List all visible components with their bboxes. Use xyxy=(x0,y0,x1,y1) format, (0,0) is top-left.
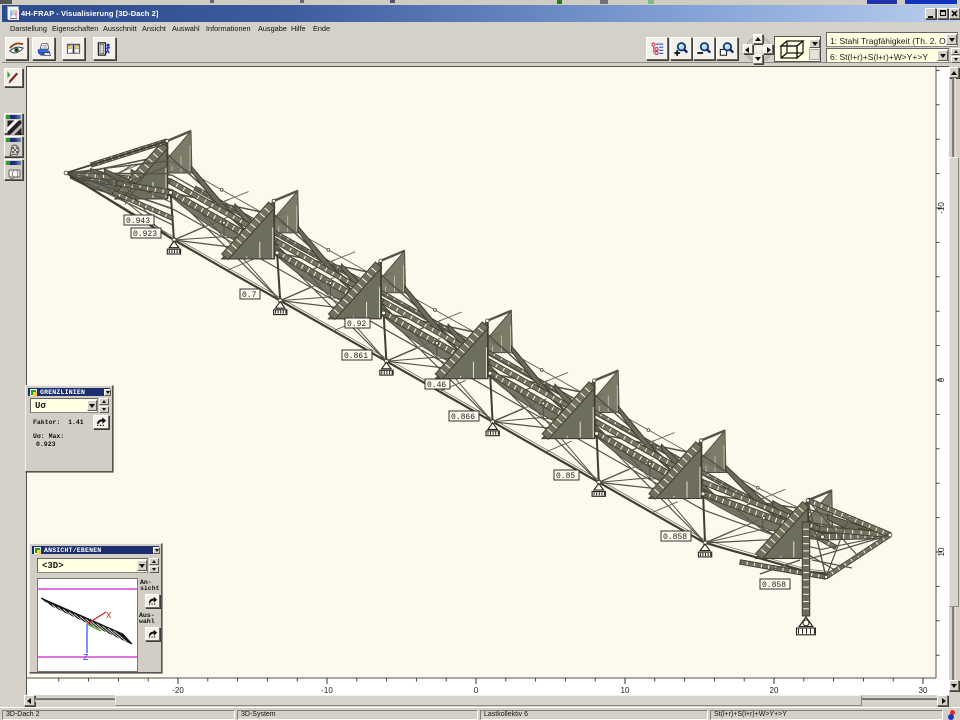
svg-text:20: 20 xyxy=(770,686,779,695)
svg-text:0.866: 0.866 xyxy=(451,413,475,422)
svg-text:10: 10 xyxy=(937,547,946,556)
svg-text:0.7: 0.7 xyxy=(242,291,257,300)
svg-text:0.858: 0.858 xyxy=(663,533,687,542)
svg-text:0.92: 0.92 xyxy=(347,320,366,329)
svg-text:Z: Z xyxy=(83,653,89,663)
svg-text:0: 0 xyxy=(474,686,479,695)
svg-text:0: 0 xyxy=(937,377,946,382)
svg-text:0.943: 0.943 xyxy=(126,217,150,226)
svg-text:10: 10 xyxy=(621,686,630,695)
svg-text:0.858: 0.858 xyxy=(762,581,786,590)
svg-text:-10: -10 xyxy=(937,202,946,214)
svg-text:-10: -10 xyxy=(321,686,333,695)
svg-text:X: X xyxy=(106,611,112,621)
svg-text:30: 30 xyxy=(919,686,928,695)
svg-text:0.861: 0.861 xyxy=(344,352,368,361)
svg-text:0.85: 0.85 xyxy=(556,472,575,481)
svg-text:0.923: 0.923 xyxy=(133,230,157,239)
svg-text:-20: -20 xyxy=(172,686,184,695)
svg-text:0.46: 0.46 xyxy=(427,381,446,390)
